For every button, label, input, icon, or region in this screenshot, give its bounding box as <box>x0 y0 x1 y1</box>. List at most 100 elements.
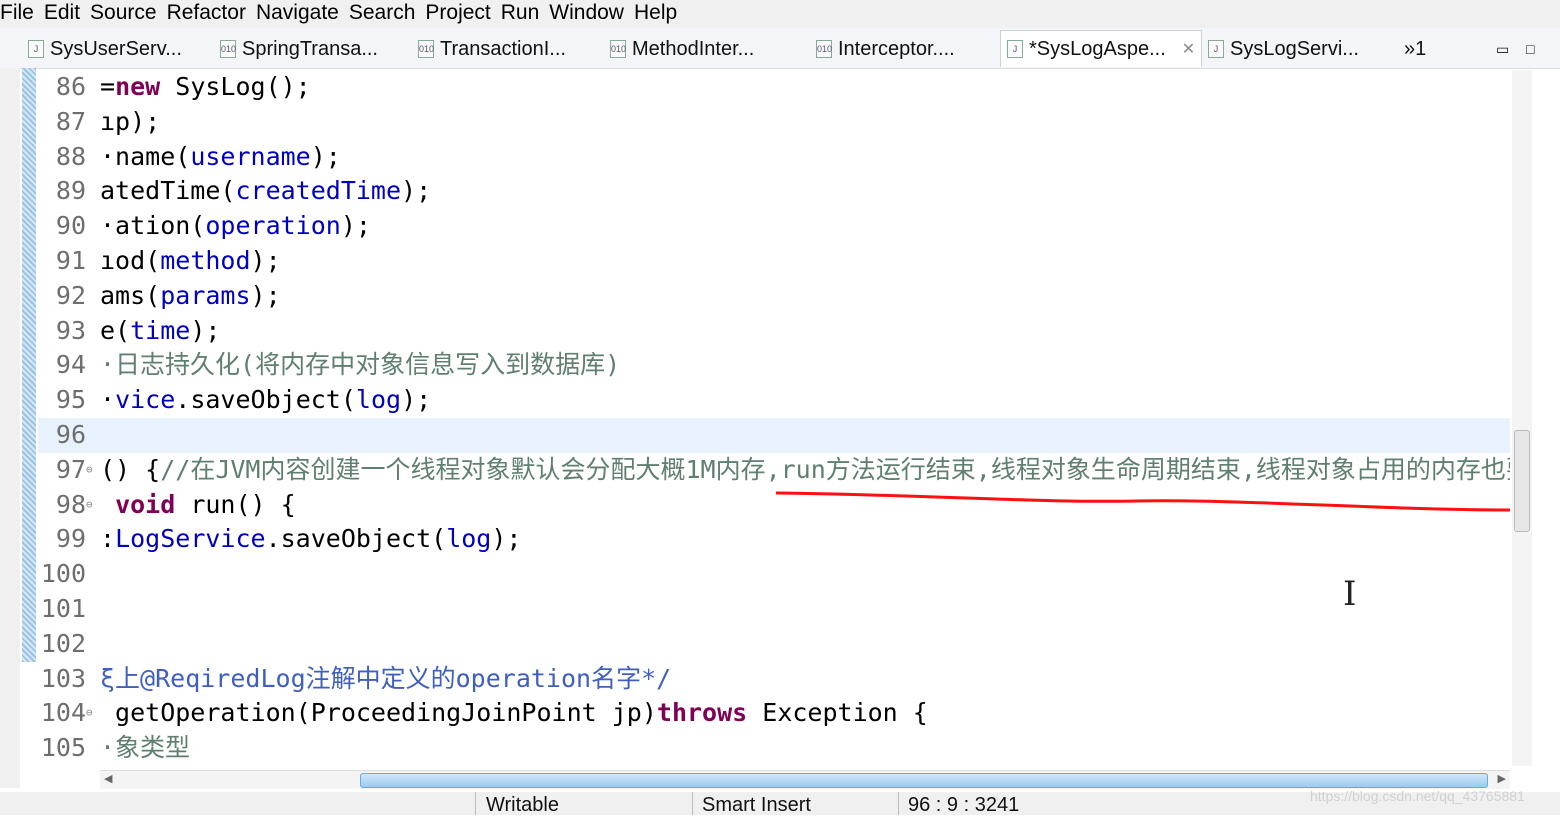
code-token: ); <box>340 211 371 241</box>
code-line[interactable]: 89 atedTime(createdTime); <box>38 174 1510 209</box>
tab-label: TransactionI... <box>440 37 566 60</box>
code-line[interactable]: 101 <box>38 592 1510 627</box>
code-token: new <box>115 72 161 101</box>
tab-7[interactable]: J SysLogServi... <box>1208 34 1359 64</box>
code-token: params <box>160 280 251 310</box>
code-token: log <box>446 524 492 554</box>
line-number: 102 <box>40 628 86 658</box>
code-token: ); <box>491 524 522 554</box>
code-line[interactable]: 97 ⊖() {//在JVM内容创建一个线程对象默认会分配大概1M内存,run方法… <box>38 453 1510 488</box>
scroll-left-arrow-icon[interactable]: ◀ <box>104 772 112 785</box>
fold-toggle-icon[interactable]: ⊖ <box>86 453 93 488</box>
code-token: atedTime( <box>100 176 236 206</box>
tab-2[interactable]: 010 SpringTransa... <box>220 34 378 64</box>
code-line[interactable]: 95 ·vice.saveObject(log); <box>38 383 1510 418</box>
line-number: 98 <box>55 489 86 519</box>
line-number: 100 <box>40 559 86 589</box>
code-token: .saveObject( <box>265 524 447 554</box>
line-number: 94 <box>55 350 86 380</box>
text-cursor-icon: I <box>1343 574 1357 614</box>
cursor-position-status: 96 : 9 : 3241 <box>908 794 1020 816</box>
fold-toggle-icon[interactable]: ⊖ <box>86 488 93 523</box>
line-number: 101 <box>40 594 86 623</box>
code-line[interactable]: 98 ⊖ void run() { <box>38 488 1510 523</box>
code-token: ); <box>190 315 221 345</box>
code-line[interactable]: 88 ·name(username); <box>38 140 1510 175</box>
code-token: method <box>160 246 251 275</box>
code-token: Exception { <box>747 698 928 728</box>
code-token: log <box>355 385 402 415</box>
tab-3[interactable]: 010 TransactionI... <box>418 34 566 64</box>
code-line[interactable]: 90 ·ation(operation); <box>38 209 1510 244</box>
code-token: : <box>100 524 116 554</box>
code-line[interactable]: 92 ams(params); <box>38 279 1510 314</box>
code-line[interactable]: 99:LogService.saveObject(log); <box>38 522 1510 557</box>
tab-label: SysLogServi... <box>1230 37 1359 60</box>
code-token: ); <box>401 385 432 415</box>
java-file-icon: J <box>1208 40 1224 58</box>
code-line[interactable]: 87 ıp); <box>38 105 1510 140</box>
menu-refactor[interactable]: Refactor <box>167 0 255 28</box>
code-token: ams( <box>100 280 161 310</box>
horizontal-scroll-thumb[interactable] <box>360 773 1488 788</box>
code-line[interactable]: 94 ·日志持久化(将内存中对象信息写入到数据库) <box>38 348 1510 383</box>
watermark: https://blog.csdn.net/qq_43765881 <box>1310 788 1525 804</box>
code-token: //在JVM内容创建一个线程对象默认会分配大概1M内存,run方法运行结束,线程… <box>160 454 1510 484</box>
class-file-icon: 010 <box>816 40 832 58</box>
vertical-scroll-thumb[interactable] <box>1514 430 1530 532</box>
java-file-icon: J <box>1007 40 1023 58</box>
tab-label: *SysLogAspe... <box>1029 37 1166 60</box>
menu-bar: File Edit Source Refactor Navigate Search Proj… <box>0 0 1560 28</box>
tab-6[interactable]: J *SysLogAspe... ✕ <box>1000 30 1203 67</box>
code-line[interactable]: 91 ıod(method); <box>38 244 1510 279</box>
maximize-icon[interactable]: □ <box>1526 34 1534 64</box>
tab-4[interactable]: 010 MethodInter... <box>610 34 754 64</box>
menu-file[interactable]: File <box>0 0 43 28</box>
line-number: 105 <box>40 733 86 763</box>
menu-source[interactable]: Source <box>90 0 166 28</box>
menu-project[interactable]: Project <box>425 0 499 28</box>
code-line[interactable]: 102 <box>38 627 1510 662</box>
menu-navigate[interactable]: Navigate <box>256 0 348 28</box>
code-token: ); <box>250 246 281 275</box>
code-line[interactable]: 93 e(time); <box>38 314 1510 349</box>
line-number: 103 <box>40 663 86 693</box>
code-token: ξ上@ReqiredLog注解中定义的operation名字*/ <box>100 663 672 693</box>
tab-overflow-button[interactable]: »1 <box>1404 34 1426 64</box>
menu-help[interactable]: Help <box>634 0 686 28</box>
menu-edit[interactable]: Edit <box>44 0 89 28</box>
minimize-icon[interactable]: ▭ <box>1496 34 1509 64</box>
menu-search[interactable]: Search <box>349 0 425 28</box>
editor-tab-bar: J SysUserServ... 010 SpringTransa... 010 Tran… <box>0 28 1560 69</box>
vertical-scrollbar[interactable] <box>1512 70 1532 766</box>
tab-1[interactable]: J SysUserServ... <box>28 34 182 64</box>
tab-5[interactable]: 010 Interceptor.... <box>816 34 955 64</box>
menu-run[interactable]: Run <box>501 0 549 28</box>
line-number: 99 <box>55 524 86 554</box>
class-file-icon: 010 <box>610 40 626 58</box>
line-number: 95 <box>55 385 86 415</box>
menu-window[interactable]: Window <box>549 0 633 28</box>
code-token: ıod( <box>100 246 161 275</box>
code-token: time <box>130 315 191 345</box>
left-toolbar-strip <box>0 68 20 788</box>
close-tab-icon[interactable]: ✕ <box>1182 39 1195 59</box>
tab-label: MethodInter... <box>632 37 755 60</box>
code-line[interactable]: 104 ⊖ getOperation(ProceedingJoinPoint jp… <box>38 696 1510 731</box>
code-token: ·日志持久化(将内存中对象信息写入到数据库) <box>100 350 621 380</box>
code-line[interactable]: 86 =new SysLog(); <box>38 70 1510 105</box>
code-line[interactable]: 96 <box>38 418 1510 453</box>
line-number: 90 <box>55 211 86 241</box>
horizontal-scrollbar[interactable]: ◀ ▶ <box>100 770 1510 789</box>
code-editor[interactable]: 105 ·象类型 104 ⊖ getOperation(ProceedingJoinP… <box>38 70 1510 770</box>
code-line[interactable]: 100 <box>38 557 1510 592</box>
fold-toggle-icon[interactable]: ⊖ <box>86 696 93 731</box>
class-file-icon: 010 <box>418 40 434 58</box>
code-token: .saveObject( <box>175 385 356 415</box>
code-token: ıp); <box>100 106 161 136</box>
code-line[interactable]: 103 ξ上@ReqiredLog注解中定义的operation名字*/ <box>38 662 1510 697</box>
class-file-icon: 010 <box>220 40 236 58</box>
code-line[interactable]: 105 ·象类型 <box>38 731 1510 766</box>
scroll-right-arrow-icon[interactable]: ▶ <box>1498 772 1506 785</box>
